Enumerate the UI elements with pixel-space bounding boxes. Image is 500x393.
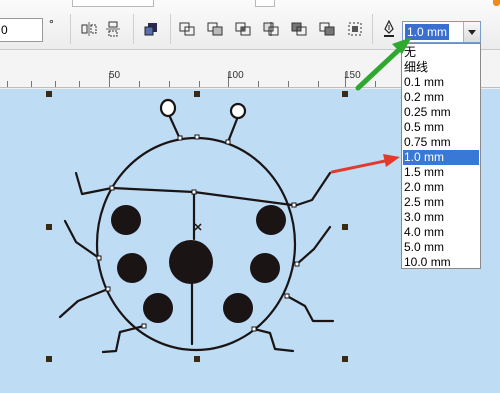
ruler-tick — [7, 81, 8, 87]
ruler-label: 150 — [344, 70, 361, 81]
spot — [250, 253, 280, 283]
antenna-right — [226, 117, 239, 144]
spot — [256, 205, 286, 235]
intersect-icon[interactable] — [234, 20, 252, 38]
dropdown-option[interactable]: 2.0 mm — [403, 180, 479, 195]
dropdown-option-selected[interactable]: 1.0 mm — [403, 150, 479, 165]
dropdown-option[interactable]: 2.5 mm — [403, 195, 479, 210]
leg-left-3 — [58, 287, 110, 319]
dropdown-option[interactable]: 0.75 mm — [403, 135, 479, 150]
dropdown-option[interactable]: 0.25 mm — [403, 105, 479, 120]
boundary-icon[interactable] — [346, 20, 364, 38]
node-handle[interactable] — [284, 293, 290, 299]
selection-handle[interactable] — [342, 356, 348, 362]
ruler-tick — [375, 81, 376, 87]
app-icon — [493, 0, 500, 6]
outline-width-select[interactable]: 1.0 mm — [402, 21, 481, 43]
selection-handle[interactable] — [194, 356, 200, 362]
spot — [117, 253, 147, 283]
separator — [133, 14, 134, 44]
spot — [223, 293, 253, 323]
node-handle[interactable] — [96, 255, 102, 261]
node-handle[interactable] — [225, 139, 231, 145]
dropdown-option[interactable]: 0.2 mm — [403, 90, 479, 105]
node-handle[interactable] — [105, 286, 111, 292]
dropdown-option[interactable]: 0.1 mm — [403, 75, 479, 90]
node-handle[interactable] — [291, 202, 297, 208]
selection-handle[interactable] — [342, 224, 348, 230]
node-handle[interactable] — [141, 323, 147, 329]
selection-handle[interactable] — [342, 91, 348, 97]
ruler-tick — [139, 81, 140, 87]
ruler-tick — [169, 81, 170, 87]
antenna-tip-left — [159, 98, 177, 118]
ruler-tick — [288, 81, 289, 87]
node-handle[interactable] — [109, 185, 115, 191]
top-strip — [0, 0, 500, 9]
dropdown-option[interactable]: 0.5 mm — [403, 120, 479, 135]
mirror-vertical-icon[interactable] — [104, 20, 122, 38]
ruler-tick — [258, 81, 259, 87]
ruler-label: 50 — [109, 70, 121, 81]
leg-right-4 — [252, 327, 295, 353]
spot — [143, 293, 173, 323]
dropdown-option[interactable]: 4.0 mm — [403, 225, 479, 240]
simplify-icon[interactable] — [262, 20, 280, 38]
outline-pen-icon[interactable] — [382, 19, 396, 38]
selection-handle[interactable] — [46, 224, 52, 230]
dropdown-option[interactable]: 10.0 mm — [403, 255, 479, 270]
selection-handle[interactable] — [194, 91, 200, 97]
trim-icon[interactable] — [206, 20, 224, 38]
node-handle[interactable] — [194, 134, 200, 140]
leg-right-2 — [295, 225, 332, 266]
ruler-tick — [199, 81, 200, 87]
node-handle[interactable] — [191, 189, 197, 195]
back-minus-front-icon[interactable] — [318, 20, 336, 38]
head-divider — [110, 186, 294, 207]
ruler-tick — [55, 81, 56, 87]
leg-right-3 — [285, 294, 335, 323]
dropdown-option[interactable]: 5.0 mm — [403, 240, 479, 255]
node-handle[interactable] — [294, 261, 300, 267]
center-mark-icon — [194, 223, 202, 231]
dropdown-option[interactable]: 细线 — [403, 60, 479, 75]
dropdown-option[interactable]: 3.0 mm — [403, 210, 479, 225]
to-front-icon[interactable] — [142, 20, 160, 38]
top-field[interactable] — [72, 0, 154, 7]
selection-handle[interactable] — [46, 91, 52, 97]
position-field[interactable]: 0 — [0, 18, 43, 42]
ruler-tick — [318, 81, 319, 87]
dropdown-option[interactable]: 1.5 mm — [403, 165, 479, 180]
front-minus-back-icon[interactable] — [290, 20, 308, 38]
ruler-label: 100 — [227, 70, 244, 81]
top-button[interactable] — [255, 0, 275, 7]
dropdown-option[interactable]: 无 — [403, 45, 479, 60]
outline-width-value: 1.0 mm — [405, 24, 450, 40]
spot — [111, 205, 141, 235]
dropdown-arrow-icon[interactable] — [463, 22, 480, 42]
ruler-tick — [79, 81, 80, 87]
separator — [70, 14, 71, 44]
leg-right-1 — [292, 171, 332, 208]
outline-width-dropdown[interactable]: 无 细线 0.1 mm 0.2 mm 0.25 mm 0.5 mm 0.75 m… — [401, 43, 481, 269]
leg-left-2 — [63, 219, 101, 260]
ruler-tick — [31, 81, 32, 87]
selection-handle[interactable] — [46, 356, 52, 362]
spot — [169, 240, 213, 284]
leg-left-1 — [74, 171, 114, 196]
antenna-tip-right — [229, 102, 247, 120]
node-handle[interactable] — [251, 326, 257, 332]
degree-label: ° — [49, 17, 54, 31]
mirror-horizontal-icon[interactable] — [80, 20, 98, 38]
node-handle[interactable] — [177, 135, 183, 141]
separator — [170, 14, 171, 44]
separator — [372, 14, 373, 44]
weld-icon[interactable] — [178, 20, 196, 38]
